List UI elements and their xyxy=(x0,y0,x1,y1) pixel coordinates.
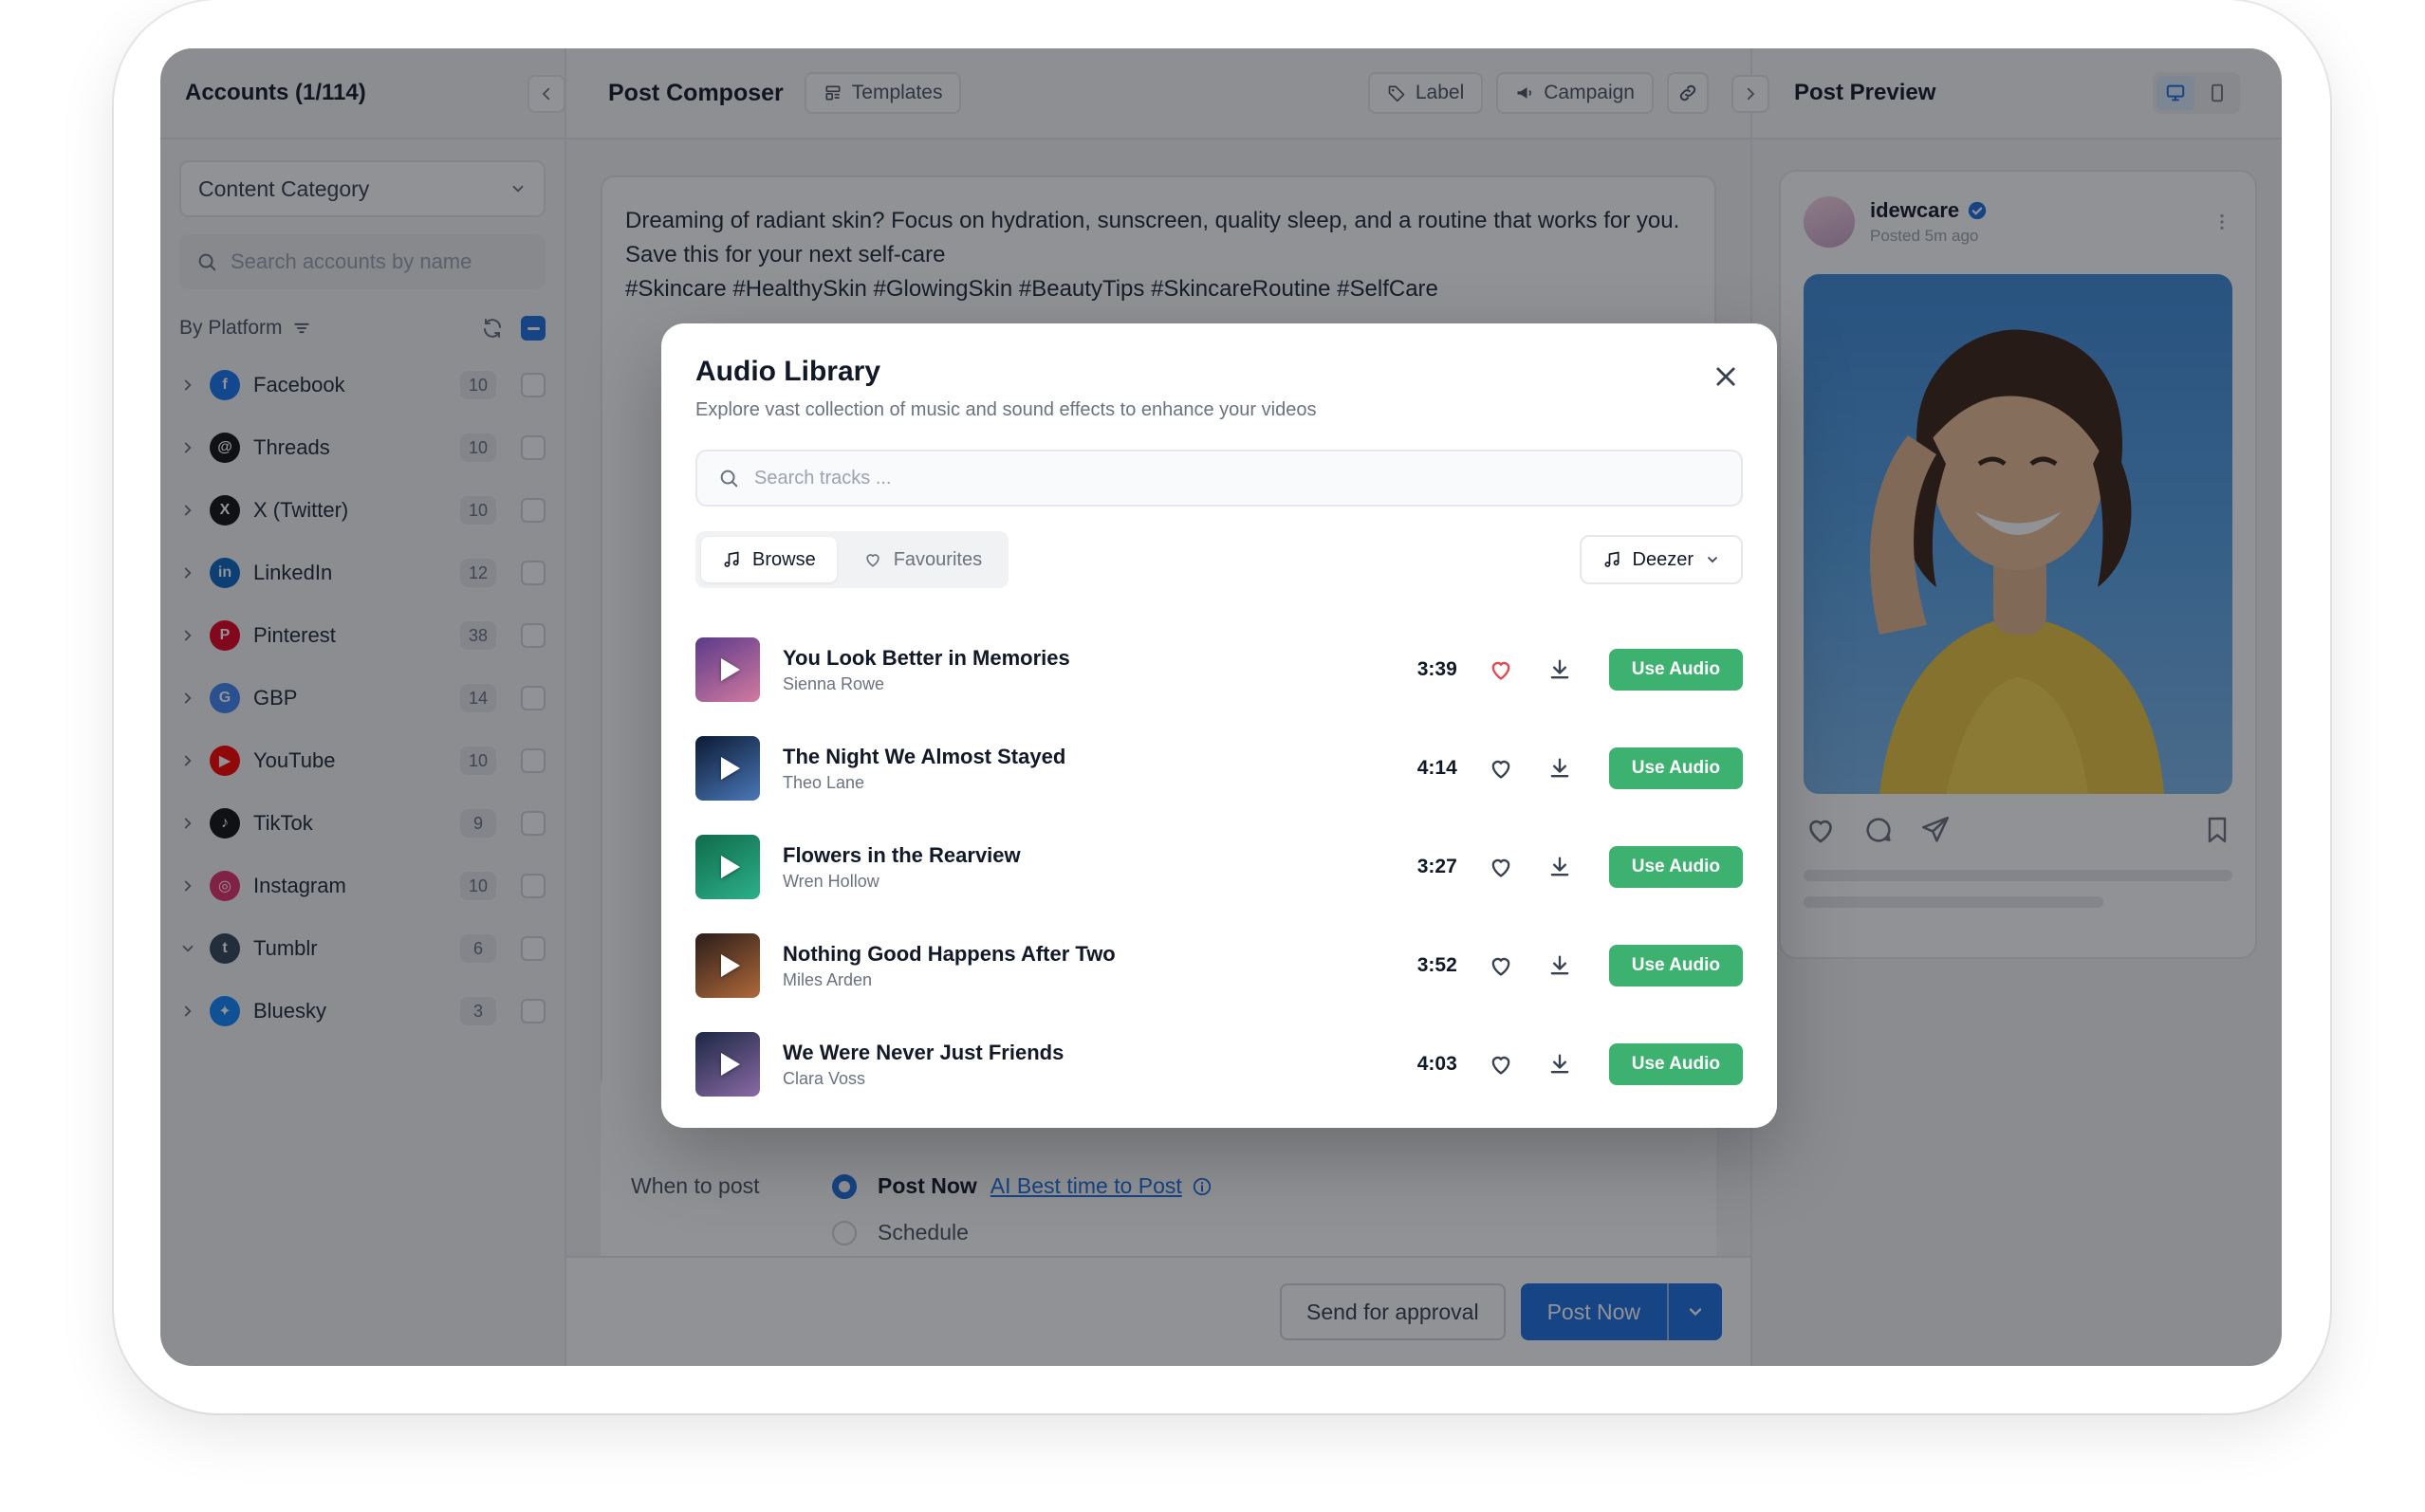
modal-title: Audio Library xyxy=(695,356,881,387)
favourite-button[interactable] xyxy=(1482,749,1520,787)
track-title: The Night We Almost Stayed xyxy=(783,744,1066,768)
close-icon xyxy=(1716,367,1735,386)
track-artist: Clara Voss xyxy=(783,1068,866,1088)
track-info: The Night We Almost Stayed Theo Lane xyxy=(783,745,1391,793)
download-button[interactable] xyxy=(1541,1045,1579,1083)
play-icon xyxy=(721,856,740,878)
audio-library-modal: Audio Library Explore vast collection of… xyxy=(661,323,1777,1128)
track-search-placeholder: Search tracks ... xyxy=(754,467,892,489)
use-audio-button[interactable]: Use Audio xyxy=(1608,846,1743,888)
tab-favourites-label: Favourites xyxy=(893,548,983,570)
heart-icon xyxy=(1491,661,1510,680)
audio-source-select[interactable]: Deezer xyxy=(1579,535,1743,584)
download-button[interactable] xyxy=(1541,749,1579,787)
library-tabs: Browse Favourites xyxy=(695,531,1009,588)
track-info: We Were Never Just Friends Clara Voss xyxy=(783,1041,1391,1089)
track-duration: 4:14 xyxy=(1416,757,1457,779)
track-info: You Look Better in Memories Sienna Rowe xyxy=(783,646,1391,694)
modal-subtitle: Explore vast collection of music and sou… xyxy=(695,399,1317,420)
use-audio-button[interactable]: Use Audio xyxy=(1608,1043,1743,1085)
track-duration: 4:03 xyxy=(1416,1053,1457,1075)
favourite-button[interactable] xyxy=(1482,651,1520,689)
track-row: Flowers in the Rearview Wren Hollow 3:27 Us… xyxy=(695,818,1743,916)
play-icon xyxy=(721,757,740,780)
download-icon xyxy=(1550,955,1569,975)
track-play-button[interactable] xyxy=(695,933,760,998)
track-artist: Sienna Rowe xyxy=(783,673,885,693)
track-play-button[interactable] xyxy=(695,637,760,702)
track-artist: Theo Lane xyxy=(783,772,865,792)
download-icon xyxy=(1550,758,1569,778)
favourite-button[interactable] xyxy=(1482,947,1520,985)
track-play-button[interactable] xyxy=(695,1032,760,1097)
use-audio-button[interactable]: Use Audio xyxy=(1608,747,1743,789)
track-artist: Wren Hollow xyxy=(783,871,879,891)
modal-tabs-row: Browse Favourites Deezer xyxy=(695,531,1743,588)
play-icon xyxy=(721,658,740,681)
download-button[interactable] xyxy=(1541,947,1579,985)
search-icon xyxy=(720,470,738,488)
track-search-input[interactable]: Search tracks ... xyxy=(695,450,1743,507)
download-icon xyxy=(1550,1054,1569,1074)
tab-favourites[interactable]: Favourites xyxy=(842,537,1003,582)
favourite-button[interactable] xyxy=(1482,1045,1520,1083)
chevron-down-icon xyxy=(1708,557,1717,563)
track-row: Nothing Good Happens After Two Miles Arde… xyxy=(695,916,1743,1015)
tab-browse[interactable]: Browse xyxy=(701,537,837,582)
download-icon xyxy=(1550,659,1569,679)
track-list: You Look Better in Memories Sienna Rowe 3:… xyxy=(695,620,1743,1114)
track-title: Nothing Good Happens After Two xyxy=(783,941,1116,966)
music-note-icon xyxy=(1604,551,1620,567)
download-button[interactable] xyxy=(1541,848,1579,886)
use-audio-button[interactable]: Use Audio xyxy=(1608,649,1743,691)
track-artist: Miles Arden xyxy=(783,969,873,989)
track-row: We Were Never Just Friends Clara Voss 4:03… xyxy=(695,1015,1743,1114)
close-modal-button[interactable] xyxy=(1707,358,1745,396)
track-row: You Look Better in Memories Sienna Rowe 3:… xyxy=(695,620,1743,719)
track-title: Flowers in the Rearview xyxy=(783,842,1021,867)
play-icon xyxy=(721,954,740,977)
track-title: We Were Never Just Friends xyxy=(783,1040,1064,1064)
heart-icon xyxy=(1491,957,1510,976)
download-icon xyxy=(1550,857,1569,876)
track-duration: 3:52 xyxy=(1416,954,1457,976)
track-duration: 3:39 xyxy=(1416,658,1457,680)
track-play-button[interactable] xyxy=(695,736,760,801)
favourite-button[interactable] xyxy=(1482,848,1520,886)
heart-icon xyxy=(1491,858,1510,877)
use-audio-button[interactable]: Use Audio xyxy=(1608,945,1743,986)
track-info: Flowers in the Rearview Wren Hollow xyxy=(783,843,1391,892)
music-note-icon xyxy=(724,551,739,567)
track-duration: 3:27 xyxy=(1416,856,1457,877)
tab-browse-label: Browse xyxy=(752,548,816,570)
track-info: Nothing Good Happens After Two Miles Arde… xyxy=(783,942,1391,990)
track-play-button[interactable] xyxy=(695,835,760,899)
heart-icon xyxy=(866,554,879,567)
audio-source-label: Deezer xyxy=(1632,548,1694,570)
heart-icon xyxy=(1491,1056,1510,1075)
heart-icon xyxy=(1491,760,1510,779)
track-title: You Look Better in Memories xyxy=(783,645,1070,670)
play-icon xyxy=(721,1053,740,1076)
download-button[interactable] xyxy=(1541,651,1579,689)
track-row: The Night We Almost Stayed Theo Lane 4:14 U… xyxy=(695,719,1743,818)
